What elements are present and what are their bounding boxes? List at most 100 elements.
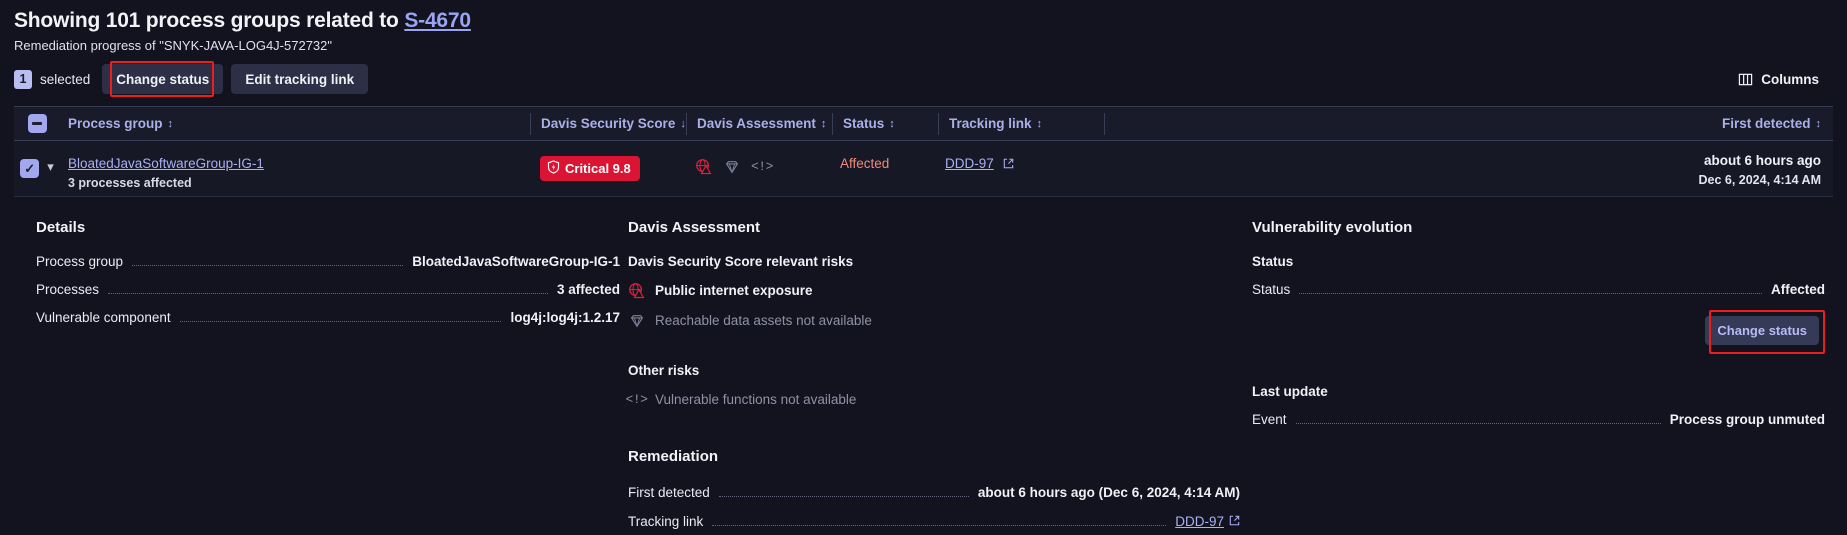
- page-title-text: Showing 101 process groups related to: [14, 9, 399, 32]
- status-subheading: Status: [1252, 254, 1294, 269]
- dotted-leader: [132, 265, 404, 266]
- vulnerable-functions-icon: <!>: [751, 159, 773, 174]
- remediation-key: First detected: [628, 485, 710, 500]
- columns-icon: [1738, 72, 1753, 87]
- cell-status: Affected: [830, 141, 935, 171]
- tracking-link[interactable]: DDD-97: [945, 156, 994, 171]
- detail-value: 3 affected: [556, 282, 620, 297]
- detail-key: Vulnerable component: [36, 310, 171, 325]
- process-group-link[interactable]: BloatedJavaSoftwareGroup-IG-1: [68, 156, 264, 171]
- column-header-tracking-link-label: Tracking link: [949, 115, 1032, 131]
- severity-badge-label: Critical 9.8: [565, 161, 631, 176]
- vulnerability-evolution-section: Vulnerability evolution Status Status Af…: [1240, 219, 1847, 535]
- expanded-row-detail-panel: Details Process group BloatedJavaSoftwar…: [0, 197, 1847, 535]
- status-key: Status: [1252, 282, 1291, 297]
- chevron-down-icon[interactable]: ▾: [47, 160, 54, 173]
- dotted-leader: [712, 525, 1167, 526]
- cell-davis-security-score: Critical 9.8: [530, 141, 685, 181]
- edit-tracking-link-button[interactable]: Edit tracking link: [231, 64, 369, 94]
- column-header-status[interactable]: Status ↕: [833, 107, 938, 141]
- cell-tracking-link: DDD-97: [935, 141, 1100, 172]
- public-internet-exposure-icon: [695, 158, 712, 175]
- vulnerable-functions-icon: <!>: [625, 392, 648, 407]
- process-groups-table: Process group ↕ Davis Security Score ↓ D…: [14, 106, 1833, 197]
- risk-label: Vulnerable functions not available: [655, 392, 857, 407]
- selected-count-badge: 1: [14, 69, 32, 89]
- public-internet-exposure-icon: [628, 282, 645, 299]
- risk-label: Public internet exposure: [655, 283, 813, 298]
- sort-icon-tracking-link: ↕: [1036, 117, 1043, 130]
- detail-key: Process group: [36, 254, 124, 269]
- risk-label: Reachable data assets not available: [655, 313, 872, 328]
- change-status-button[interactable]: Change status: [102, 64, 224, 94]
- first-detected-absolute: Dec 6, 2024, 4:14 AM: [1698, 173, 1821, 187]
- vulnerability-evolution-heading: Vulnerability evolution: [1252, 219, 1413, 236]
- columns-button-label: Columns: [1761, 71, 1819, 87]
- reachable-data-assets-icon: [628, 312, 645, 329]
- details-section: Details Process group BloatedJavaSoftwar…: [0, 219, 620, 535]
- detail-value: log4j:log4j:1.2.17: [510, 310, 620, 325]
- column-header-status-label: Status: [843, 115, 885, 131]
- row-select-cell: ✓ ▾: [14, 141, 60, 178]
- selected-label: selected: [40, 71, 91, 87]
- status-row: Status Affected: [1252, 282, 1825, 298]
- header-divider: [1104, 112, 1105, 135]
- detail-row-process-group: Process group BloatedJavaSoftwareGroup-I…: [36, 254, 620, 270]
- change-status-button-detail[interactable]: Change status: [1705, 316, 1819, 345]
- table-row: ✓ ▾ BloatedJavaSoftwareGroup-IG-1 3 proc…: [14, 141, 1833, 197]
- assessment-icon-group: <!>: [695, 141, 830, 175]
- remediation-key: Tracking link: [628, 514, 704, 529]
- risk-public-internet-exposure: Public internet exposure: [628, 282, 1240, 299]
- shield-alert-icon: [547, 160, 560, 177]
- column-header-davis-security-score[interactable]: Davis Security Score ↓: [531, 107, 686, 141]
- sort-icon-davis-security-score: ↓: [680, 117, 686, 130]
- column-header-first-detected[interactable]: First detected ↕: [1653, 107, 1833, 141]
- dotted-leader: [108, 293, 548, 294]
- columns-button[interactable]: Columns: [1738, 64, 1819, 94]
- remediation-heading: Remediation: [628, 448, 719, 465]
- column-header-process-group[interactable]: Process group ↕: [60, 107, 530, 141]
- detail-row-vulnerable-component: Vulnerable component log4j:log4j:1.2.17: [36, 310, 620, 326]
- last-update-event-row: Event Process group unmuted: [1252, 412, 1825, 428]
- remediation-value: about 6 hours ago (Dec 6, 2024, 4:14 AM): [977, 485, 1240, 500]
- column-header-tracking-link[interactable]: Tracking link ↕: [939, 107, 1104, 141]
- table-header-row: Process group ↕ Davis Security Score ↓ D…: [14, 107, 1833, 141]
- dotted-leader: [1295, 423, 1661, 424]
- toolbar: 1 selected Change status Edit tracking l…: [14, 61, 1833, 97]
- relevant-risks-heading: Davis Security Score relevant risks: [628, 254, 854, 269]
- detail-value: BloatedJavaSoftwareGroup-IG-1: [412, 254, 620, 269]
- event-value: Process group unmuted: [1669, 412, 1825, 427]
- status-value: Affected: [1770, 282, 1825, 297]
- cell-davis-assessment: <!>: [685, 141, 830, 175]
- other-risks-heading: Other risks: [628, 363, 700, 378]
- detail-row-processes: Processes 3 affected: [36, 282, 620, 298]
- cell-process-group: BloatedJavaSoftwareGroup-IG-1 3 processe…: [60, 141, 530, 190]
- risk-reachable-data-assets: Reachable data assets not available: [628, 312, 1240, 329]
- details-heading: Details: [36, 219, 86, 236]
- processes-affected-label: 3 processes affected: [68, 176, 192, 190]
- column-header-davis-security-score-label: Davis Security Score: [541, 115, 676, 131]
- select-all-cell: [14, 114, 60, 133]
- sort-icon-status: ↕: [889, 117, 895, 130]
- column-header-first-detected-label: First detected: [1721, 115, 1811, 131]
- page-subtitle: Remediation progress of "SNYK-JAVA-LOG4J…: [14, 38, 333, 53]
- status-badge: Affected: [840, 156, 890, 171]
- remediation-tracking-link[interactable]: DDD-97: [1175, 514, 1224, 529]
- security-problem-link[interactable]: S-4670: [404, 9, 471, 32]
- last-update-heading: Last update: [1252, 384, 1328, 399]
- dotted-leader: [179, 321, 502, 322]
- remediation-row-first-detected: First detected about 6 hours ago (Dec 6,…: [628, 485, 1240, 501]
- change-status-container: Change status: [1252, 310, 1825, 354]
- cell-first-detected: about 6 hours ago Dec 6, 2024, 4:14 AM: [1653, 141, 1833, 187]
- select-all-checkbox[interactable]: [27, 114, 47, 133]
- severity-badge: Critical 9.8: [540, 156, 640, 181]
- row-checkbox[interactable]: ✓: [20, 159, 40, 178]
- page-header: Showing 101 process groups related to S-…: [0, 0, 1847, 97]
- reachable-data-assets-icon: [723, 158, 740, 175]
- dotted-leader: [1299, 293, 1762, 294]
- risk-vulnerable-functions: <!> Vulnerable functions not available: [625, 391, 1240, 408]
- external-link-icon: [1229, 513, 1240, 531]
- sort-icon-first-detected: ↕: [1815, 117, 1822, 130]
- column-header-davis-assessment[interactable]: Davis Assessment ↕: [687, 107, 832, 141]
- external-link-icon: [1003, 157, 1014, 172]
